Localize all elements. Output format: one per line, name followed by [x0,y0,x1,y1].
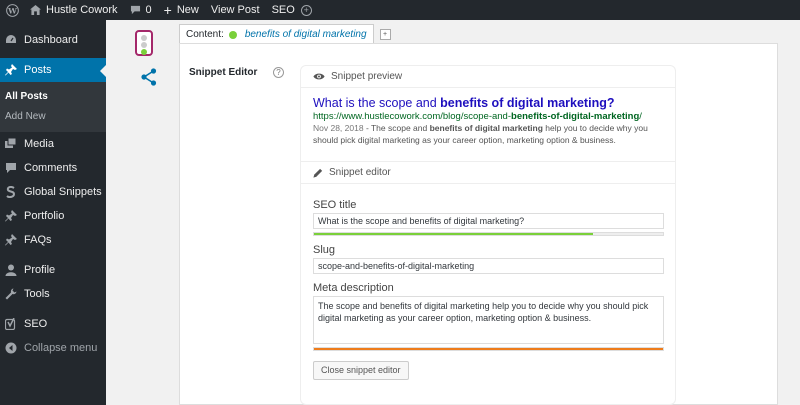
tab-content[interactable]: Content: benefits of digital marketing [179,24,374,44]
admin-bar: W Hustle Cowork 0 + New View Post SEO + [0,0,800,20]
sidebar-item-label: SEO [24,318,48,330]
new-content-link[interactable]: + New [158,0,205,20]
pin-icon [4,63,18,77]
home-icon [30,5,41,15]
snippet-icon [4,185,18,199]
sidebar-item-dashboard[interactable]: Dashboard [0,28,106,52]
sidebar-item-label: Media [24,138,54,150]
share-icon[interactable] [141,68,157,89]
view-post-link[interactable]: View Post [205,0,266,20]
traffic-light-icon[interactable] [135,30,153,56]
editor-heading-text: Snippet editor [329,167,391,178]
view-post-label: View Post [210,4,260,16]
keyword-tabbar: Content: benefits of digital marketing + [179,24,391,44]
slug-label: Slug [313,244,336,256]
sidebar-item-label: Portfolio [24,210,65,222]
sidebar-item-label: Collapse menu [24,342,98,354]
collapse-icon [4,341,18,355]
sidebar-item-label: Profile [24,264,56,276]
sidebar-item-label: Tools [24,288,50,300]
sidebar-item-label: Posts [24,64,52,76]
yoast-side-tabs [135,30,165,56]
comments-link[interactable]: 0 [124,0,158,20]
sidebar-item-profile[interactable]: Profile [0,258,106,282]
sidebar-item-portfolio[interactable]: Portfolio [0,204,106,228]
snippet-preview[interactable]: What is the scope and benefits of digita… [301,88,675,162]
seo-title-progress-bar [313,232,664,236]
site-name-link[interactable]: Hustle Cowork [24,0,124,20]
sidebar-item-label: Dashboard [24,34,78,46]
plus-icon: + [163,2,172,18]
comment-icon [4,161,18,175]
sidebar-item-label: FAQs [24,234,52,246]
seo-title-label: SEO title [313,199,357,211]
comments-count: 0 [145,4,152,16]
circle-plus-icon: + [300,4,312,16]
media-icon [4,137,18,151]
content-panel: Snippet Editor ? Snippet preview What is… [179,43,778,405]
slug-input[interactable]: scope-and-benefits-of-digital-marketing [313,258,664,274]
main-content: Content: benefits of digital marketing +… [106,20,800,405]
comment-bubble-icon [130,5,141,15]
meta-description-label: Meta description [313,282,394,294]
score-dot-icon [228,30,237,39]
sidebar-item-posts[interactable]: Posts [0,58,106,82]
meta-description-textarea[interactable]: The scope and benefits of digital market… [313,296,664,344]
snippet-editor-label: Snippet Editor [189,67,258,78]
collapse-menu-button[interactable]: Collapse menu [0,336,106,360]
focus-keyword: benefits of digital marketing [244,29,367,40]
wrench-icon [4,287,18,301]
wordpress-logo-icon[interactable]: W [0,0,24,20]
admin-sidebar: Dashboard Posts All Posts Add New Media … [0,20,106,405]
posts-submenu: All Posts Add New [0,82,106,132]
preview-url: https://www.hustlecowork.com/blog/scope-… [313,111,642,122]
sidebar-item-label: Comments [24,162,78,174]
seo-menu-link[interactable]: SEO + [266,0,318,20]
preview-description: Nov 28, 2018 - The scope and benefits of… [313,123,648,145]
sidebar-item-media[interactable]: Media [0,132,106,156]
seo-title-input[interactable]: What is the scope and benefits of digita… [313,213,664,229]
pin-icon [4,233,18,247]
help-icon[interactable]: ? [273,67,284,78]
sidebar-item-faqs[interactable]: FAQs [0,228,106,252]
submenu-add-new[interactable]: Add New [0,106,106,126]
snippet-box: Snippet preview What is the scope and be… [300,65,676,405]
sidebar-item-seo[interactable]: SEO [0,312,106,336]
seo-label: SEO [271,4,295,16]
preview-heading-text: Snippet preview [331,71,403,82]
sidebar-item-global-snippets[interactable]: Global Snippets [0,180,106,204]
pin-icon [4,209,18,223]
snippet-editor-form: SEO title What is the scope and benefits… [301,184,675,388]
content-tab-label: Content: [186,29,224,40]
new-label: New [176,4,199,16]
user-icon [4,263,18,277]
sidebar-item-tools[interactable]: Tools [0,282,106,306]
eye-icon [313,72,325,81]
snippet-editor-heading: Snippet editor [301,162,675,184]
snippet-preview-heading: Snippet preview [301,66,675,88]
preview-title: What is the scope and benefits of digita… [313,96,615,110]
sidebar-item-label: Global Snippets [24,186,102,198]
pencil-icon [313,168,323,178]
sidebar-item-comments[interactable]: Comments [0,156,106,180]
yoast-metabox: Content: benefits of digital marketing +… [121,20,800,405]
dashboard-icon [4,33,18,47]
meta-description-progress-bar [313,347,664,351]
submenu-all-posts[interactable]: All Posts [0,86,106,106]
site-name: Hustle Cowork [46,4,118,16]
close-snippet-editor-button[interactable]: Close snippet editor [313,361,409,380]
svg-text:W: W [7,6,17,15]
yoast-icon [4,317,18,331]
add-keyword-button[interactable]: + [379,29,391,40]
